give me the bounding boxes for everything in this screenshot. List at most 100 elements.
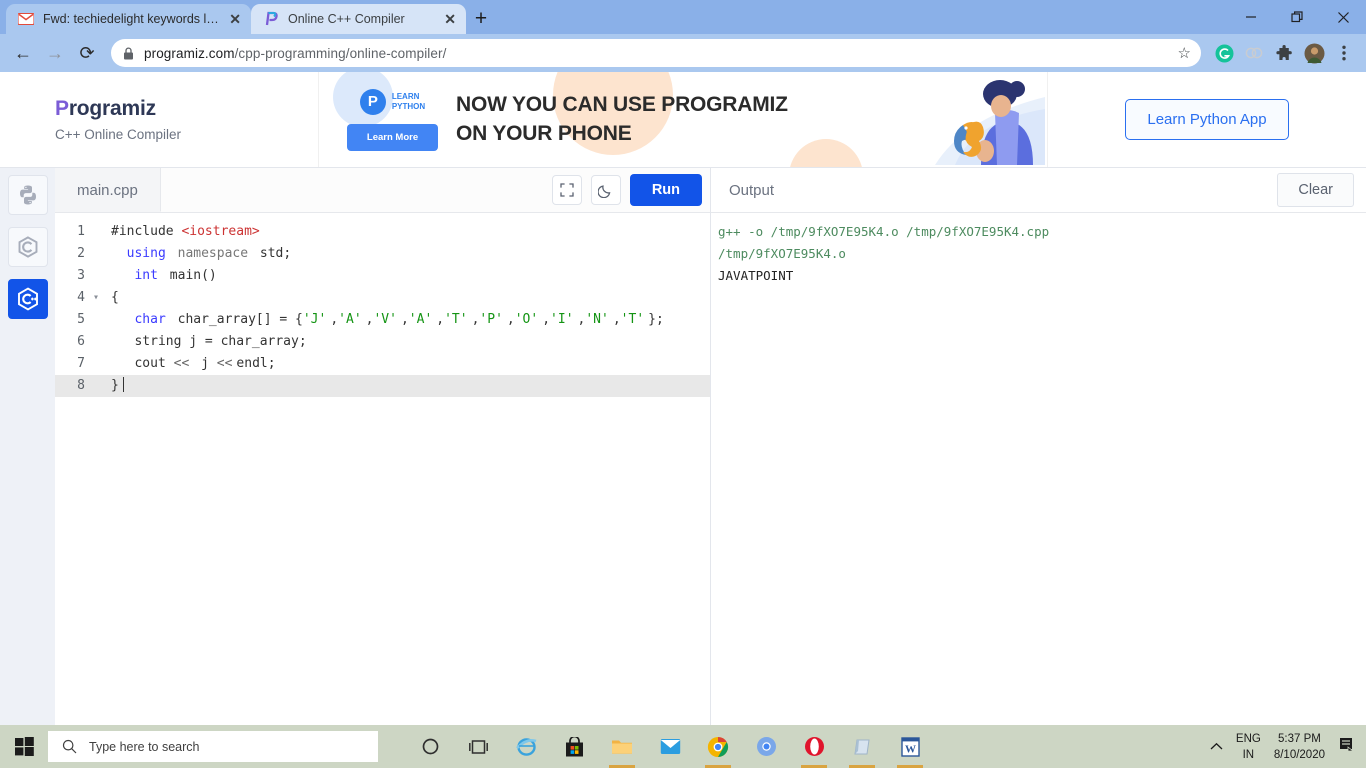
notification-icon[interactable] [1338,736,1355,758]
learn-python-app-button[interactable]: Learn Python App [1125,99,1289,140]
sidebar-item-c[interactable] [7,227,48,267]
minimize-button[interactable] [1228,0,1274,34]
code-token: std; [252,246,292,261]
sidebar-item-cpp[interactable] [7,279,48,319]
code-token: , [506,312,515,327]
logo-line-2: PYTHON [391,101,426,111]
code-token: , [577,312,586,327]
code-token: 'I' [550,312,574,327]
new-tab-button[interactable]: + [466,4,496,34]
search-icon [62,739,77,754]
code-token: main() [161,268,217,283]
code-token: char [134,312,166,327]
dark-mode-button[interactable] [590,175,621,205]
fold-marker [93,265,103,287]
language-indicator[interactable]: ENG IN [1236,731,1261,763]
window-controls [1228,0,1366,34]
gmail-icon [18,12,34,26]
windows-taskbar: Type here to search W ENG IN 5:37 PM 8/1… [0,725,1366,768]
file-explorer-icon[interactable] [600,725,644,768]
run-button[interactable]: Run [629,174,702,206]
code-token: <iostream> [181,224,260,239]
output-console: g++ -o /tmp/9fXO7E95K4.o /tmp/9fXO7E95K4… [711,213,1366,725]
notepad-icon[interactable] [840,725,884,768]
grammarly-icon[interactable] [1210,39,1238,67]
chrome-icon[interactable] [696,725,740,768]
extension-rings-icon[interactable] [1240,39,1268,67]
tab-title: Fwd: techiedelight keywords list - [43,12,221,26]
tab-close-button[interactable]: ✕ [444,12,456,26]
tab-close-button[interactable]: ✕ [229,12,241,26]
ad-headline: NOW YOU CAN USE PROGRAMIZ ON YOUR PHONE [456,91,788,147]
code-token: 'P' [479,312,503,327]
file-tab-main-cpp[interactable]: main.cpp [55,168,160,213]
code-text: { [103,287,119,309]
close-button[interactable] [1320,0,1366,34]
site-brand[interactable]: Programiz C++ Online Compiler [0,97,318,142]
ad-headline-line-2: ON YOUR PHONE [456,121,632,145]
opera-icon[interactable] [792,725,836,768]
mail-icon[interactable] [648,725,692,768]
code-line: 1 #include <iostream> [55,221,710,243]
browser-tab-programiz[interactable]: Online C++ Compiler ✕ [251,4,466,34]
code-token: << [173,356,190,371]
chrome-canary-icon[interactable] [744,725,788,768]
url-path: /cpp-programming/online-compiler/ [234,45,447,61]
code-text: #include <iostream> [103,221,260,243]
puzzle-icon[interactable] [1270,39,1298,67]
tab-title: Online C++ Compiler [288,12,405,26]
language-line-1: ENG [1235,732,1261,745]
output-pane: Output Clear g++ -o /tmp/9fXO7E95K4.o /t… [711,168,1366,725]
clear-button[interactable]: Clear [1277,173,1354,207]
browser-tab-gmail[interactable]: Fwd: techiedelight keywords list - ✕ [6,4,251,34]
code-token: string j = char_array; [111,334,307,349]
word-icon[interactable]: W [888,725,932,768]
task-view-icon[interactable] [456,725,500,768]
code-editor[interactable]: 1 #include <iostream> 2 using namespace st… [55,213,710,725]
fullscreen-button[interactable] [551,175,582,205]
cortana-icon[interactable] [408,725,452,768]
profile-avatar[interactable] [1300,39,1328,67]
tray-chevron-icon[interactable] [1210,738,1223,756]
code-token: namespace [177,246,249,261]
editor-header: main.cpp Run [55,168,710,213]
internet-explorer-icon[interactable] [504,725,548,768]
c-icon [18,236,37,258]
code-text: cout << j << endl; [103,353,275,375]
code-token: 'J' [302,312,327,327]
language-line-2: IN [1242,748,1255,761]
code-text: } [103,375,124,397]
browser-toolbar: ← → ⟳ programiz.com/cpp-programming/onli… [0,34,1366,72]
code-token: 'A' [338,312,362,327]
code-line: 3 int main() [55,265,710,287]
logo-line-1: LEARN [391,91,420,101]
code-token: 'T' [620,312,645,327]
cpp-icon [17,287,38,311]
logo-first-letter: P [55,97,69,120]
moon-icon [598,184,611,198]
advertisement-banner[interactable]: P LEARN PYTHON Learn More NOW YOU CAN US… [318,72,1048,167]
start-button[interactable] [0,725,48,768]
forward-button[interactable]: → [40,38,70,68]
bookmark-star-icon[interactable]: ☆ [1178,44,1191,62]
learn-more-button[interactable]: Learn More [346,123,439,151]
code-token: , [612,312,621,327]
address-bar[interactable]: programiz.com/cpp-programming/online-com… [111,39,1201,67]
maximize-button[interactable] [1274,0,1320,34]
fold-marker[interactable]: ▾ [93,287,103,309]
sidebar-item-python[interactable] [7,175,48,215]
search-input[interactable]: Type here to search [48,731,378,762]
clock-date: 8/10/2020 [1273,748,1325,761]
back-button[interactable]: ← [8,38,38,68]
chrome-menu-icon[interactable] [1330,39,1358,67]
code-token: 'N' [585,312,609,327]
line-number: 7 [77,356,85,371]
programiz-logo: Programiz [55,97,156,121]
code-line: 7 cout << j << endl; [55,353,710,375]
reload-button[interactable]: ⟳ [72,38,102,68]
clock[interactable]: 5:37 PM 8/10/2020 [1274,731,1325,763]
fold-marker [93,243,103,265]
microsoft-store-icon[interactable] [552,725,596,768]
ad-logo-group: P LEARN PYTHON Learn More [321,88,456,151]
ad-illustration [935,80,1045,165]
